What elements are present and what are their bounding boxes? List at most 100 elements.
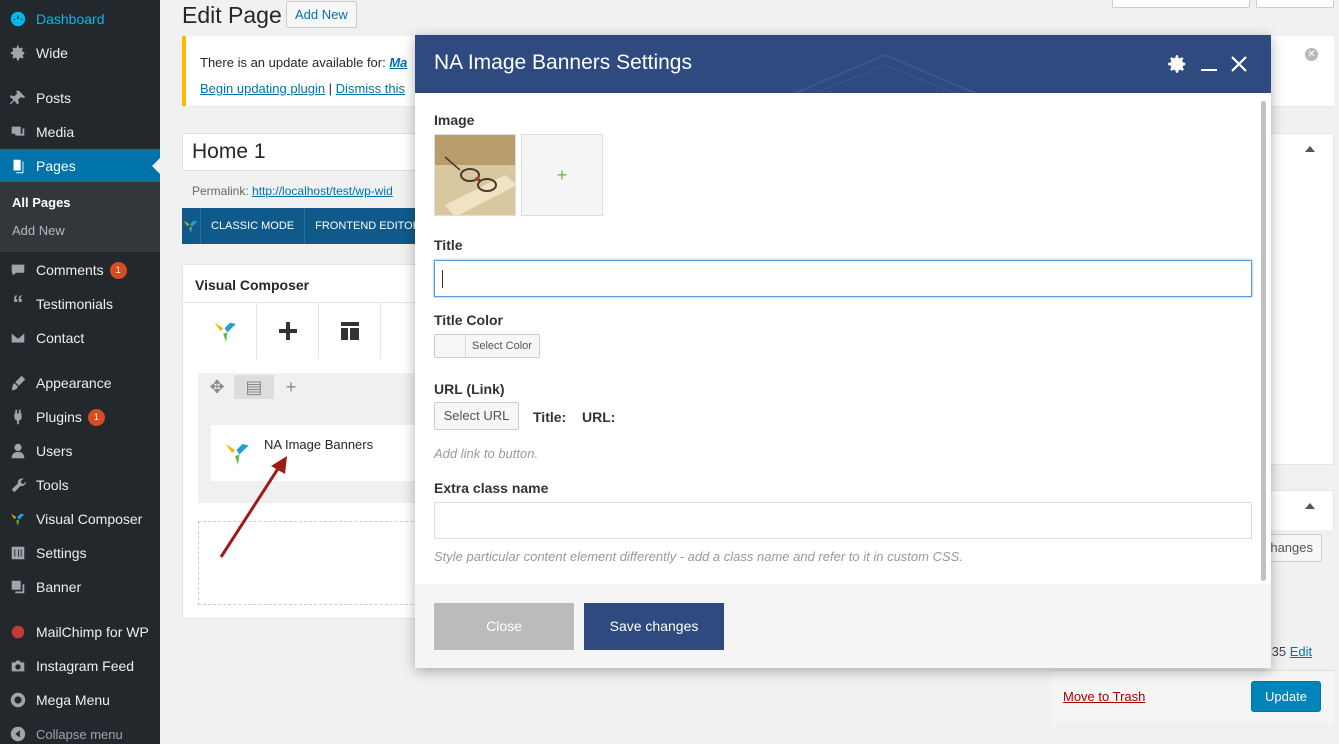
gear-icon [0, 44, 36, 62]
add-new-button[interactable]: Add New [286, 1, 357, 28]
screen-options-button[interactable] [1112, 0, 1250, 8]
menu-settings[interactable]: Settings [0, 536, 160, 570]
notice-text: There is an update available for: [200, 55, 390, 70]
menu-label: Pages [36, 158, 76, 174]
mega-menu-icon [0, 691, 36, 709]
menu-users[interactable]: Users [0, 434, 160, 468]
permalink-url[interactable]: http://localhost/test/wp-wid [252, 184, 393, 198]
link-separator: | [325, 81, 336, 96]
begin-updating-link[interactable]: Begin updating plugin [200, 81, 325, 96]
menu-label: Instagram Feed [36, 658, 135, 674]
menu-label: Visual Composer [36, 511, 143, 527]
minimize-icon[interactable] [1197, 52, 1221, 76]
menu-label: Users [36, 443, 73, 459]
select-url-button[interactable]: Select URL [434, 402, 519, 430]
menu-label: Banner [36, 579, 82, 595]
pin-icon [0, 89, 36, 107]
frontend-editor-button[interactable]: FRONTEND EDITOR [305, 208, 422, 244]
menu-label: Comments [36, 262, 104, 278]
save-changes-button[interactable]: Save changes [584, 603, 724, 650]
visual-composer-panel: Visual Composer ✥ ▤ + NA Image Banners [182, 264, 423, 619]
menu-label: MailChimp for WP [36, 624, 149, 640]
element-label: NA Image Banners [264, 437, 374, 452]
publish-time: :35 [1268, 644, 1290, 659]
classic-mode-button[interactable]: CLASSIC MODE [201, 208, 306, 244]
plugin-link[interactable]: Ma [389, 55, 407, 70]
menu-testimonials[interactable]: “ Testimonials [0, 287, 160, 321]
help-button[interactable] [1256, 0, 1334, 8]
banner-icon [0, 578, 36, 596]
wrench-icon [0, 476, 36, 494]
gear-icon[interactable] [1165, 52, 1189, 76]
collapse-menu[interactable]: Collapse menu [0, 717, 160, 744]
menu-contact[interactable]: Contact [0, 321, 160, 355]
menu-banner[interactable]: Banner [0, 570, 160, 604]
menu-dashboard[interactable]: Dashboard [0, 2, 160, 36]
menu-mega-menu[interactable]: Mega Menu [0, 683, 160, 717]
modal-scrollbar[interactable] [1261, 101, 1266, 581]
permalink: Permalink: http://localhost/test/wp-wid [192, 184, 420, 198]
menu-posts[interactable]: Posts [0, 81, 160, 115]
menu-label: Testimonials [36, 296, 114, 312]
menu-plugins[interactable]: Plugins 1 [0, 400, 160, 434]
extra-class-label: Extra class name [434, 480, 549, 496]
menu-tools[interactable]: Tools [0, 468, 160, 502]
move-icon[interactable]: ✥ [202, 375, 232, 399]
menu-mailchimp[interactable]: MailChimp for WP [0, 615, 160, 649]
pages-icon [0, 157, 36, 175]
select-color-button[interactable]: Select Color [434, 334, 540, 358]
add-column-icon[interactable]: + [276, 375, 306, 399]
settings-modal: NA Image Banners Settings Image + Title … [415, 35, 1271, 668]
add-element-button[interactable] [257, 303, 319, 359]
mailchimp-icon [0, 623, 36, 641]
menu-appearance[interactable]: Appearance [0, 366, 160, 400]
active-pointer [152, 158, 160, 174]
menu-pages[interactable]: Pages [0, 149, 160, 183]
add-image-button[interactable]: + [521, 134, 603, 216]
brush-icon [0, 374, 36, 392]
menu-visual-composer[interactable]: Visual Composer [0, 502, 160, 536]
visual-composer-logo-icon [182, 208, 201, 244]
url-url-label: URL: [582, 409, 616, 425]
modal-body: Image + Title Title Color Select Color U… [415, 93, 1271, 584]
submenu-all-pages[interactable]: All Pages [12, 195, 71, 210]
vc-toolbar [195, 303, 381, 359]
extra-class-input[interactable] [434, 502, 1252, 539]
edit-time-link[interactable]: Edit [1290, 644, 1312, 659]
collapse-arrow-icon[interactable] [1305, 503, 1315, 509]
collapse-icon [0, 725, 36, 743]
dismiss-notice-link[interactable]: Dismiss this [336, 81, 405, 96]
image-thumbnail[interactable] [434, 134, 516, 216]
menu-label: Mega Menu [36, 692, 110, 708]
menu-wide[interactable]: Wide [0, 36, 160, 70]
image-label: Image [434, 112, 475, 128]
admin-sidebar: Dashboard Wide Posts Media Pages All Pag… [0, 0, 160, 744]
move-to-trash-link[interactable]: Move to Trash [1063, 689, 1145, 704]
vc-mode-bar: CLASSIC MODE FRONTEND EDITOR [182, 208, 422, 244]
extra-class-help-text: Style particular content element differe… [434, 549, 963, 564]
templates-button[interactable] [319, 303, 381, 359]
close-icon[interactable] [1227, 52, 1251, 76]
menu-media[interactable]: Media [0, 115, 160, 149]
url-help-text: Add link to button. [434, 446, 539, 461]
submenu-add-new[interactable]: Add New [12, 223, 65, 238]
text-cursor [442, 270, 443, 288]
pages-submenu: All Pages Add New [0, 182, 160, 252]
menu-label: Posts [36, 90, 72, 106]
collapse-arrow-icon[interactable] [1305, 146, 1315, 152]
title-input[interactable] [434, 260, 1252, 297]
menu-label: Collapse menu [36, 726, 123, 742]
visual-composer-icon [0, 510, 36, 528]
update-button[interactable]: Update [1251, 681, 1321, 712]
row-layout-icon[interactable]: ▤ [234, 375, 274, 399]
menu-instagram[interactable]: Instagram Feed [0, 649, 160, 683]
menu-comments[interactable]: Comments 1 [0, 253, 160, 287]
close-icon[interactable]: ✕ [1305, 48, 1318, 61]
close-button[interactable]: Close [434, 603, 574, 650]
permalink-label: Permalink: [192, 184, 253, 198]
publish-actions: Move to Trash Update [1052, 670, 1334, 722]
plugins-count-badge: 1 [87, 408, 105, 426]
post-title-input[interactable]: Home 1 [182, 133, 422, 171]
vc-logo-button[interactable] [195, 303, 257, 359]
menu-label: Wide [36, 45, 68, 61]
